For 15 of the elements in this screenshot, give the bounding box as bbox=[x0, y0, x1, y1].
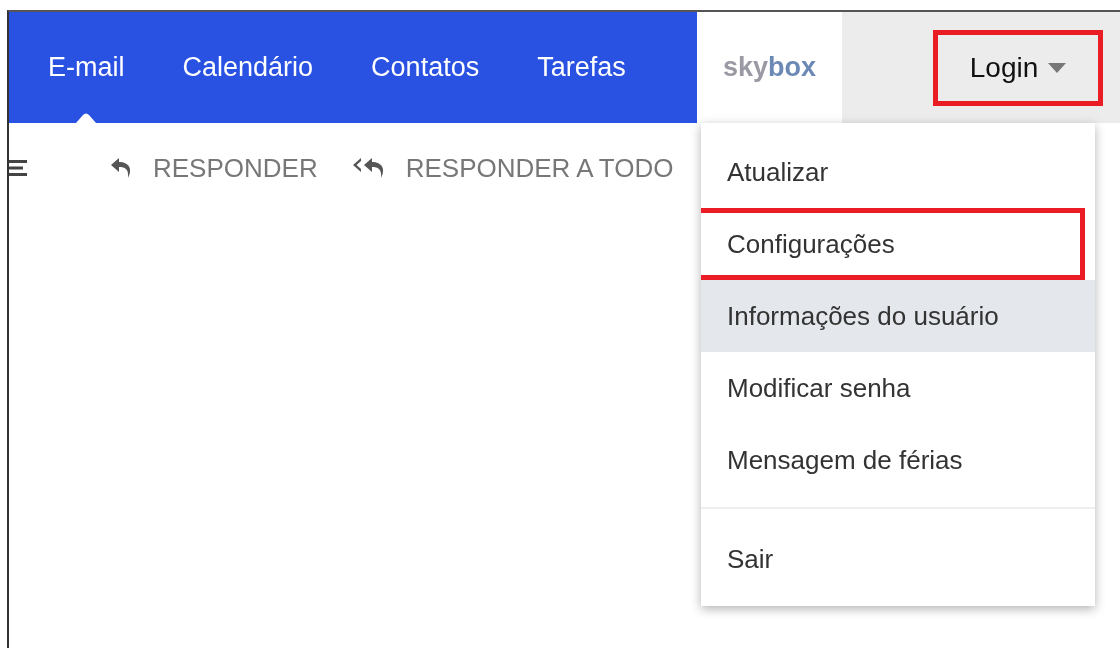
reply-button[interactable]: RESPONDER bbox=[109, 152, 318, 184]
menu-icon[interactable] bbox=[9, 160, 29, 176]
nav-tab[interactable]: Calendário bbox=[153, 12, 343, 123]
menu-item[interactable]: Mensagem de férias bbox=[701, 424, 1095, 496]
nav-tab[interactable]: Contatos bbox=[342, 12, 509, 123]
menu-item[interactable]: Atualizar bbox=[701, 136, 1095, 208]
menu-item[interactable]: Sair bbox=[701, 523, 1095, 595]
menu-item[interactable]: Modificar senha bbox=[701, 352, 1095, 424]
nav-tab[interactable]: Tarefas bbox=[508, 12, 655, 123]
login-button[interactable]: Login bbox=[933, 29, 1103, 106]
menu-item[interactable]: Configurações bbox=[701, 208, 1085, 280]
reply-all-button[interactable]: RESPONDER A TODO bbox=[351, 152, 674, 184]
nav-tab[interactable]: E-mail bbox=[19, 12, 154, 123]
caret-icon bbox=[1048, 62, 1067, 73]
menu-item[interactable]: Informações do usuário bbox=[701, 280, 1095, 352]
